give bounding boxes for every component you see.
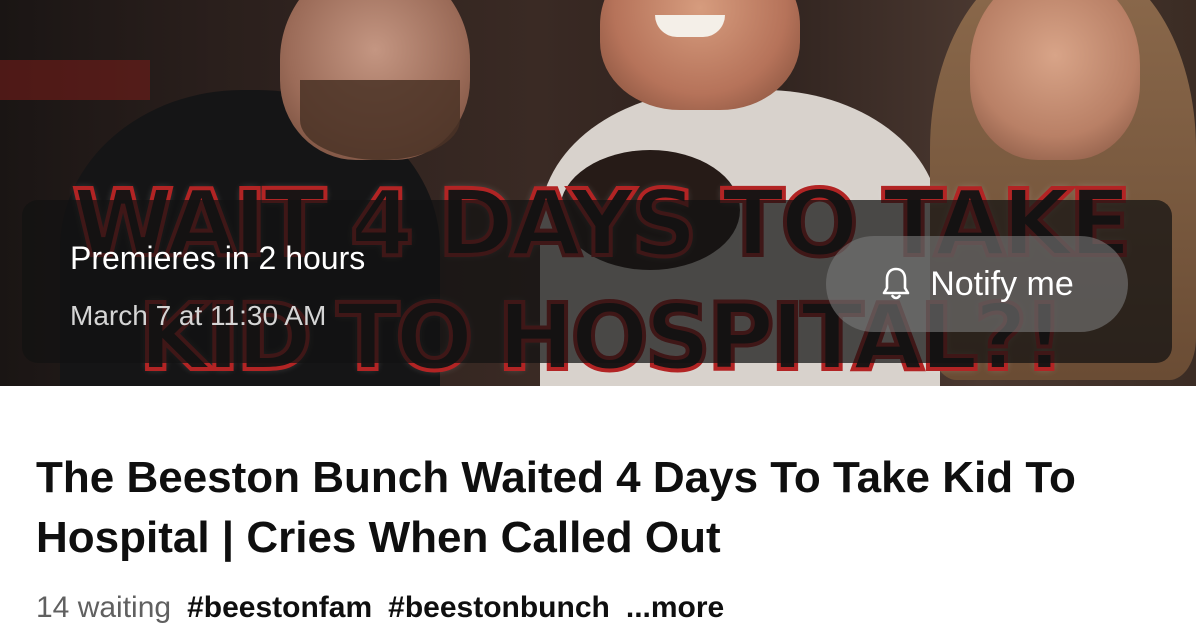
thumbnail-background <box>0 60 150 100</box>
thumbnail-beard <box>300 80 460 160</box>
thumbnail-face-right <box>970 0 1140 160</box>
hashtag-link[interactable]: #beestonfam <box>187 588 372 628</box>
notify-me-label: Notify me <box>930 264 1074 303</box>
hashtag-link[interactable]: #beestonbunch <box>388 588 610 628</box>
premiere-status: Premieres in 2 hours <box>70 240 366 276</box>
video-metadata: 14 waiting #beestonfam #beestonbunch ...… <box>36 588 724 628</box>
thumbnail-smile <box>655 15 725 37</box>
premiere-date: March 7 at 11:30 AM <box>70 300 327 331</box>
more-button[interactable]: ...more <box>626 588 724 628</box>
waiting-count: 14 waiting <box>36 591 172 624</box>
video-title[interactable]: The Beeston Bunch Waited 4 Days To Take … <box>36 448 1146 568</box>
notify-me-button[interactable]: Notify me <box>826 236 1128 332</box>
bell-icon <box>880 266 912 302</box>
